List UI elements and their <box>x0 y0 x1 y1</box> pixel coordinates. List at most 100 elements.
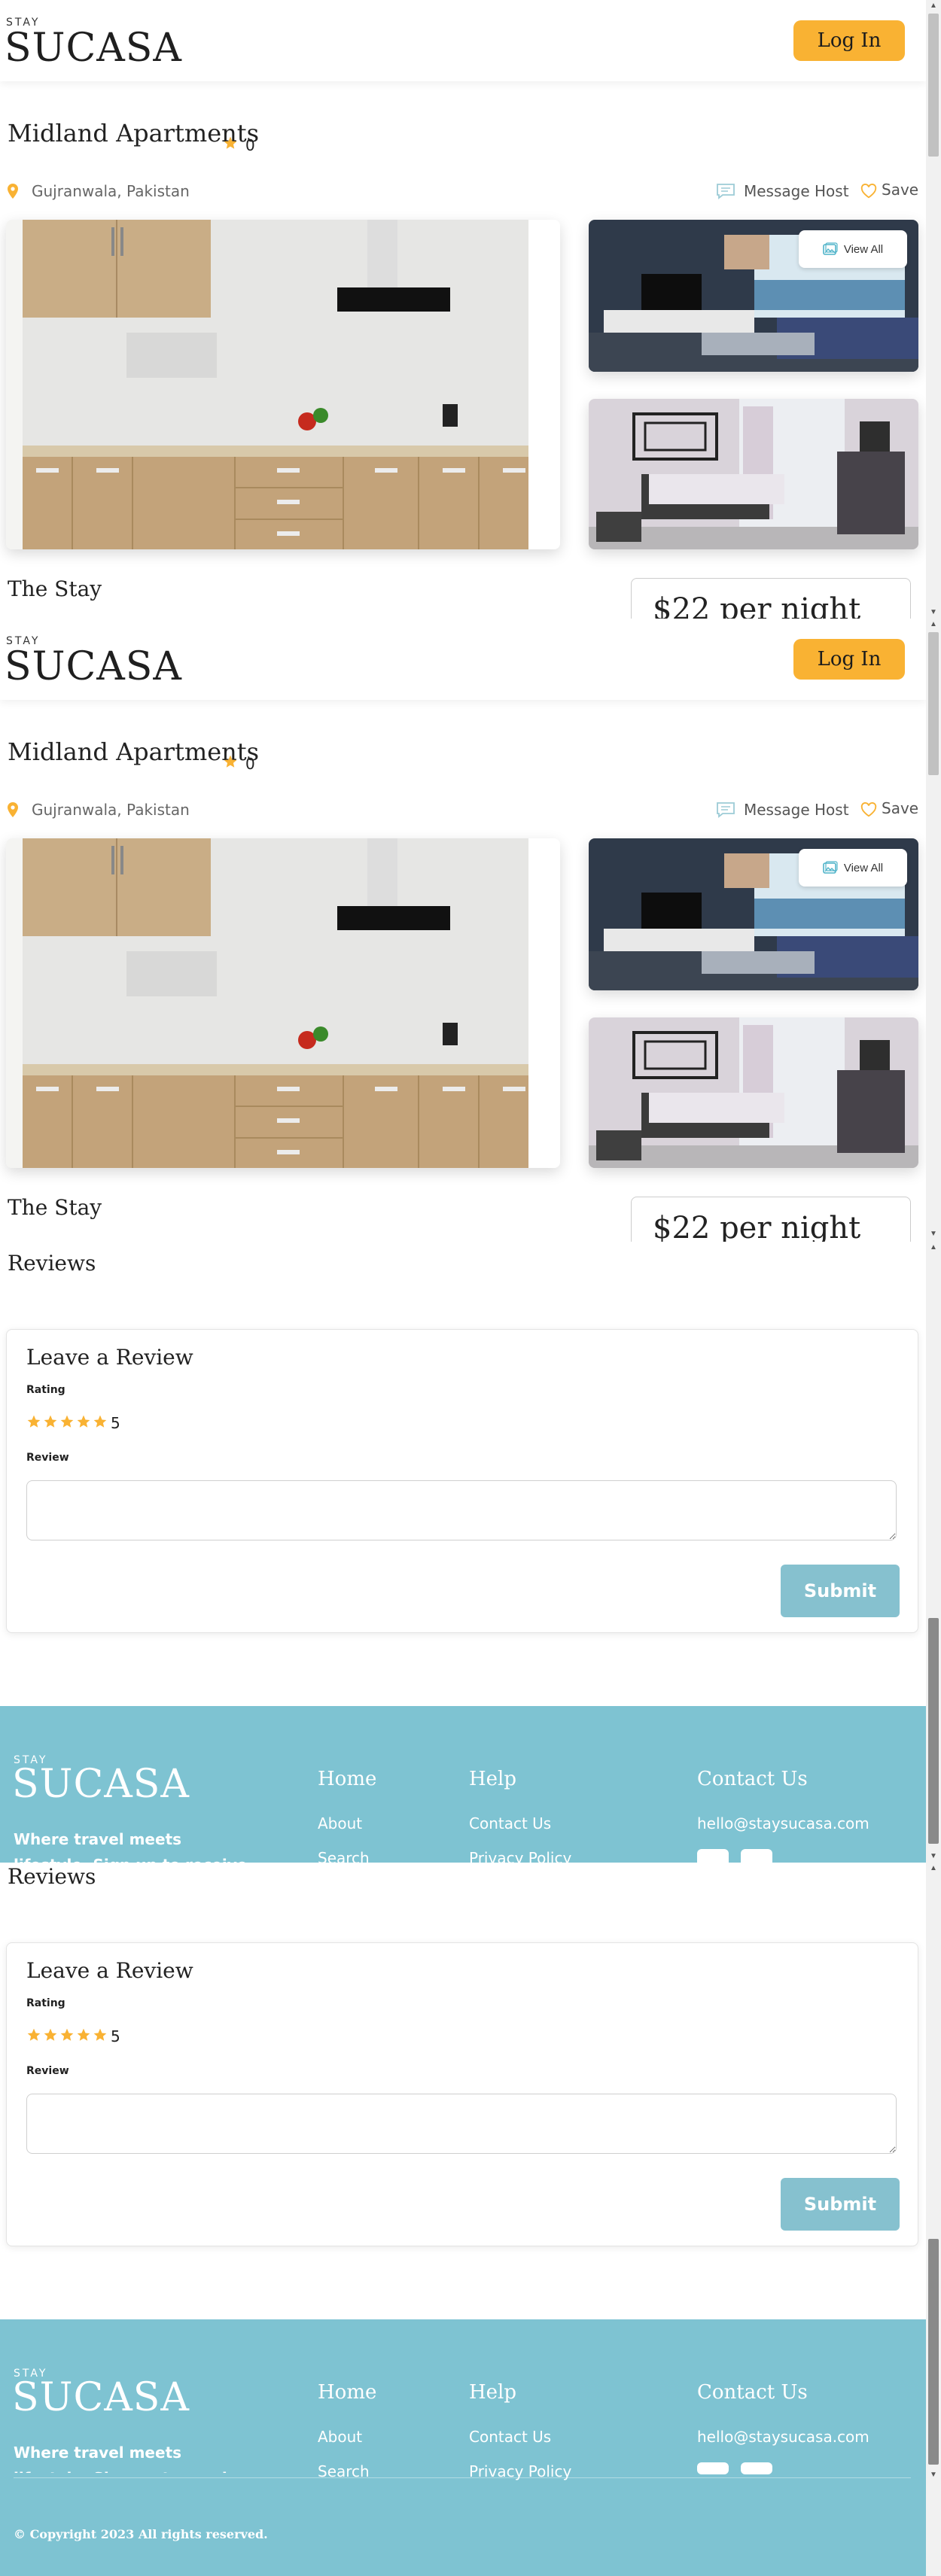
copyright-text: © Copyright 2023 All rights reserved. <box>14 2527 268 2541</box>
star-icon[interactable] <box>76 2027 91 2042</box>
scroll-up-arrow[interactable]: ▲ <box>926 1863 941 1875</box>
scroll-down-arrow[interactable]: ▼ <box>926 1851 941 1863</box>
rating-count: 0 <box>245 755 255 773</box>
main-photo-kitchen[interactable] <box>6 220 560 549</box>
thumbnail-photo-bedroom[interactable] <box>589 1017 918 1168</box>
rating-value: 5 <box>111 1414 120 1432</box>
review-textarea[interactable] <box>26 1480 897 1540</box>
scroll-down-arrow[interactable]: ▼ <box>926 1228 941 1240</box>
section-title-the-stay: The Stay <box>8 1195 102 1220</box>
review-form: Leave a Review Rating 5 Review Submit <box>6 1329 918 1633</box>
rating-stars[interactable] <box>26 1414 108 1429</box>
site-header: STAY SUCASA Log In <box>0 619 926 700</box>
footer-logo[interactable]: SUCASA <box>12 2375 190 2420</box>
scrollbar-3[interactable]: ▲ ▼ <box>926 1242 941 1863</box>
message-icon[interactable] <box>716 183 735 199</box>
footer-link-contact-us[interactable]: Contact Us <box>469 1814 551 1832</box>
star-icon[interactable] <box>43 2027 58 2042</box>
submit-review-button[interactable]: Submit <box>781 2178 900 2231</box>
price-text: $22 per night <box>653 1211 861 1242</box>
site-footer: STAY SUCASA Where travel meets lifestyle… <box>0 2319 926 2576</box>
listing-title: Midland Apartments <box>8 119 260 148</box>
logo[interactable]: SUCASA <box>5 644 182 689</box>
view-all-photos-button[interactable]: View All <box>799 230 907 268</box>
login-button[interactable]: Log In <box>793 639 905 680</box>
scrollbar-4[interactable]: ▲ ▼ <box>926 1863 941 2576</box>
reviews-frame-1: Reviews Leave a Review Rating 5 Review S… <box>0 1242 926 1863</box>
gallery-icon <box>823 861 838 874</box>
listing-frame-2: STAY SUCASA Log In Midland Apartments 0 … <box>0 619 926 1242</box>
star-icon[interactable] <box>26 1414 41 1429</box>
instagram-icon[interactable] <box>697 2462 729 2474</box>
price-box: $22 per night <box>631 578 911 619</box>
footer-divider <box>14 2477 911 2478</box>
thumbnail-photo-bedroom[interactable] <box>589 399 918 549</box>
review-form-title: Leave a Review <box>26 1345 193 1370</box>
review-label: Review <box>26 2065 69 2077</box>
site-header: STAY SUCASA Log In <box>0 0 926 81</box>
scroll-up-arrow[interactable]: ▲ <box>926 619 941 631</box>
scrollbar-thumb[interactable] <box>928 632 939 775</box>
star-icon[interactable] <box>26 2027 41 2042</box>
submit-review-button[interactable]: Submit <box>781 1565 900 1617</box>
scroll-down-arrow[interactable]: ▼ <box>926 2469 941 2481</box>
rating-stars[interactable] <box>26 2027 108 2042</box>
footer-tagline: Where travel meets lifestyle. Sign up to… <box>14 2444 247 2473</box>
heart-icon[interactable] <box>860 183 877 199</box>
save-link[interactable]: Save <box>882 799 918 817</box>
message-icon[interactable] <box>716 801 735 818</box>
footer-link-privacy-policy[interactable]: Privacy Policy <box>469 1849 571 1863</box>
scroll-up-arrow[interactable]: ▲ <box>926 1242 941 1254</box>
site-footer: STAY SUCASA Where travel meets lifestyle… <box>0 1706 926 1863</box>
star-icon[interactable] <box>59 1414 75 1429</box>
scrollbar-thumb[interactable] <box>928 2239 939 2465</box>
facebook-icon[interactable] <box>741 2462 772 2474</box>
save-link[interactable]: Save <box>882 181 918 199</box>
footer-link-contact-us[interactable]: Contact Us <box>469 2428 551 2446</box>
footer-email-link[interactable]: hello@staysucasa.com <box>697 2428 869 2446</box>
scrollbar-thumb[interactable] <box>928 14 939 157</box>
rating-label: Rating <box>26 1384 65 1396</box>
facebook-icon[interactable] <box>741 1849 772 1863</box>
message-host-link[interactable]: Message Host <box>744 801 849 819</box>
location-text: Gujranwala, Pakistan <box>32 182 190 200</box>
logo[interactable]: SUCASA <box>5 26 182 71</box>
star-icon[interactable] <box>93 1414 108 1429</box>
scrollbar-2[interactable]: ▲ ▼ <box>926 619 941 1242</box>
listing-title: Midland Apartments <box>8 738 260 766</box>
star-icon[interactable] <box>76 1414 91 1429</box>
footer-col-home-title: Home <box>318 1768 377 1790</box>
scroll-down-arrow[interactable]: ▼ <box>926 607 941 619</box>
footer-email-link[interactable]: hello@staysucasa.com <box>697 1814 869 1832</box>
rating-label: Rating <box>26 1997 65 2009</box>
review-form: Leave a Review Rating 5 Review Submit <box>6 1942 918 2246</box>
location-pin-icon <box>8 802 18 817</box>
star-icon[interactable] <box>59 2027 75 2042</box>
reviews-frame-2: Reviews Leave a Review Rating 5 Review S… <box>0 1863 926 2576</box>
gallery-icon <box>823 242 838 255</box>
scrollbar-1[interactable]: ▲ ▼ <box>926 0 941 619</box>
footer-col-home-title: Home <box>318 2381 377 2404</box>
footer-link-about[interactable]: About <box>318 1814 362 1832</box>
footer-logo[interactable]: SUCASA <box>12 1762 190 1807</box>
scroll-up-arrow[interactable]: ▲ <box>926 0 941 12</box>
star-icon[interactable] <box>93 2027 108 2042</box>
footer-link-search[interactable]: Search <box>318 1849 370 1863</box>
review-form-title: Leave a Review <box>26 1958 193 1983</box>
main-photo-kitchen[interactable] <box>6 838 560 1168</box>
footer-col-contact-title: Contact Us <box>697 1768 808 1790</box>
message-host-link[interactable]: Message Host <box>744 182 849 200</box>
footer-link-about[interactable]: About <box>318 2428 362 2446</box>
view-all-label: View All <box>843 861 884 874</box>
heart-icon[interactable] <box>860 801 877 818</box>
location-text: Gujranwala, Pakistan <box>32 801 190 819</box>
star-icon[interactable] <box>43 1414 58 1429</box>
view-all-photos-button[interactable]: View All <box>799 849 907 887</box>
footer-tagline: Where travel meets lifestyle. Sign up to… <box>14 1830 247 1863</box>
view-all-label: View All <box>843 242 884 256</box>
instagram-icon[interactable] <box>697 1849 729 1863</box>
review-textarea[interactable] <box>26 2094 897 2154</box>
scrollbar-thumb[interactable] <box>928 1618 939 1844</box>
login-button[interactable]: Log In <box>793 20 905 61</box>
review-label: Review <box>26 1452 69 1464</box>
